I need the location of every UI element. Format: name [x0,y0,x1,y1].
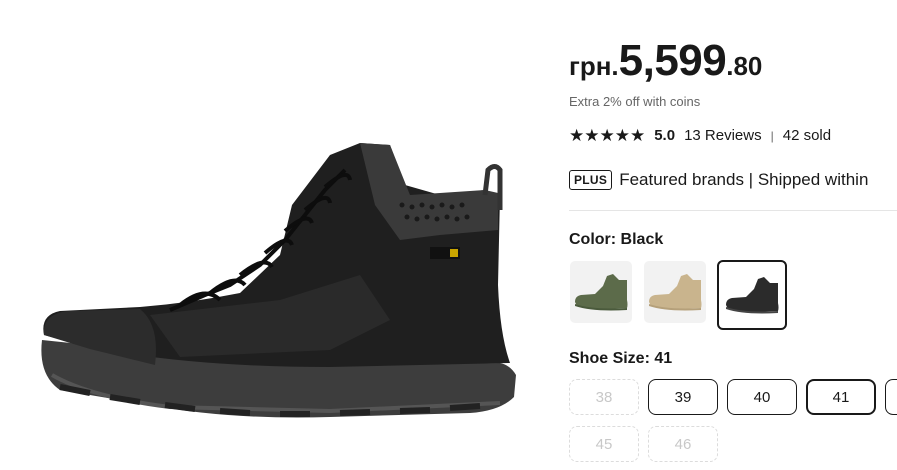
size-option-39[interactable]: 39 [648,379,718,415]
plus-text: Featured brands | Shipped within [619,170,869,189]
plus-badge: PLUS [569,170,613,190]
color-option-green[interactable] [569,260,633,324]
star-rating: ★★★★★ [569,127,645,144]
boot-tan-thumbnail-icon [649,274,702,311]
reviews-link[interactable]: 13 Reviews [684,127,762,144]
color-option-black[interactable] [717,260,787,330]
price-currency: грн. [569,51,619,81]
plus-row[interactable]: PLUS Featured brands | Shipped within [569,170,868,190]
size-option-next[interactable] [885,379,897,415]
divider-bar: | [770,128,774,143]
color-label: Color: Black [569,231,664,248]
rating-row: ★★★★★ 5.0 13 Reviews | 42 sold [569,127,831,144]
section-divider [569,210,897,211]
boot-green-thumbnail-icon [575,274,628,311]
star-icon: ★★★★★ [569,126,646,145]
price-decimal: .80 [726,51,763,81]
boot-black-thumbnail-icon [726,277,779,314]
color-options [569,260,787,330]
size-option-45[interactable]: 45 [569,426,639,462]
product-info-panel: грн.5,599.80 Extra 2% off with coins ★★★… [569,0,897,470]
coins-note: Extra 2% off with coins [569,94,701,109]
size-option-40[interactable]: 40 [727,379,797,415]
hiking-boot-image [41,143,516,418]
rating-score: 5.0 [654,127,676,144]
price: грн.5,599.80 [569,36,762,86]
sold-count: 42 sold [782,127,832,144]
size-option-46[interactable]: 46 [648,426,718,462]
size-label: Shoe Size: 41 [569,350,673,367]
color-option-tan[interactable] [643,260,707,324]
size-option-41[interactable]: 41 [806,379,876,415]
price-integer: 5,599 [618,36,727,85]
product-image[interactable] [0,0,545,470]
size-option-38[interactable]: 38 [569,379,639,415]
